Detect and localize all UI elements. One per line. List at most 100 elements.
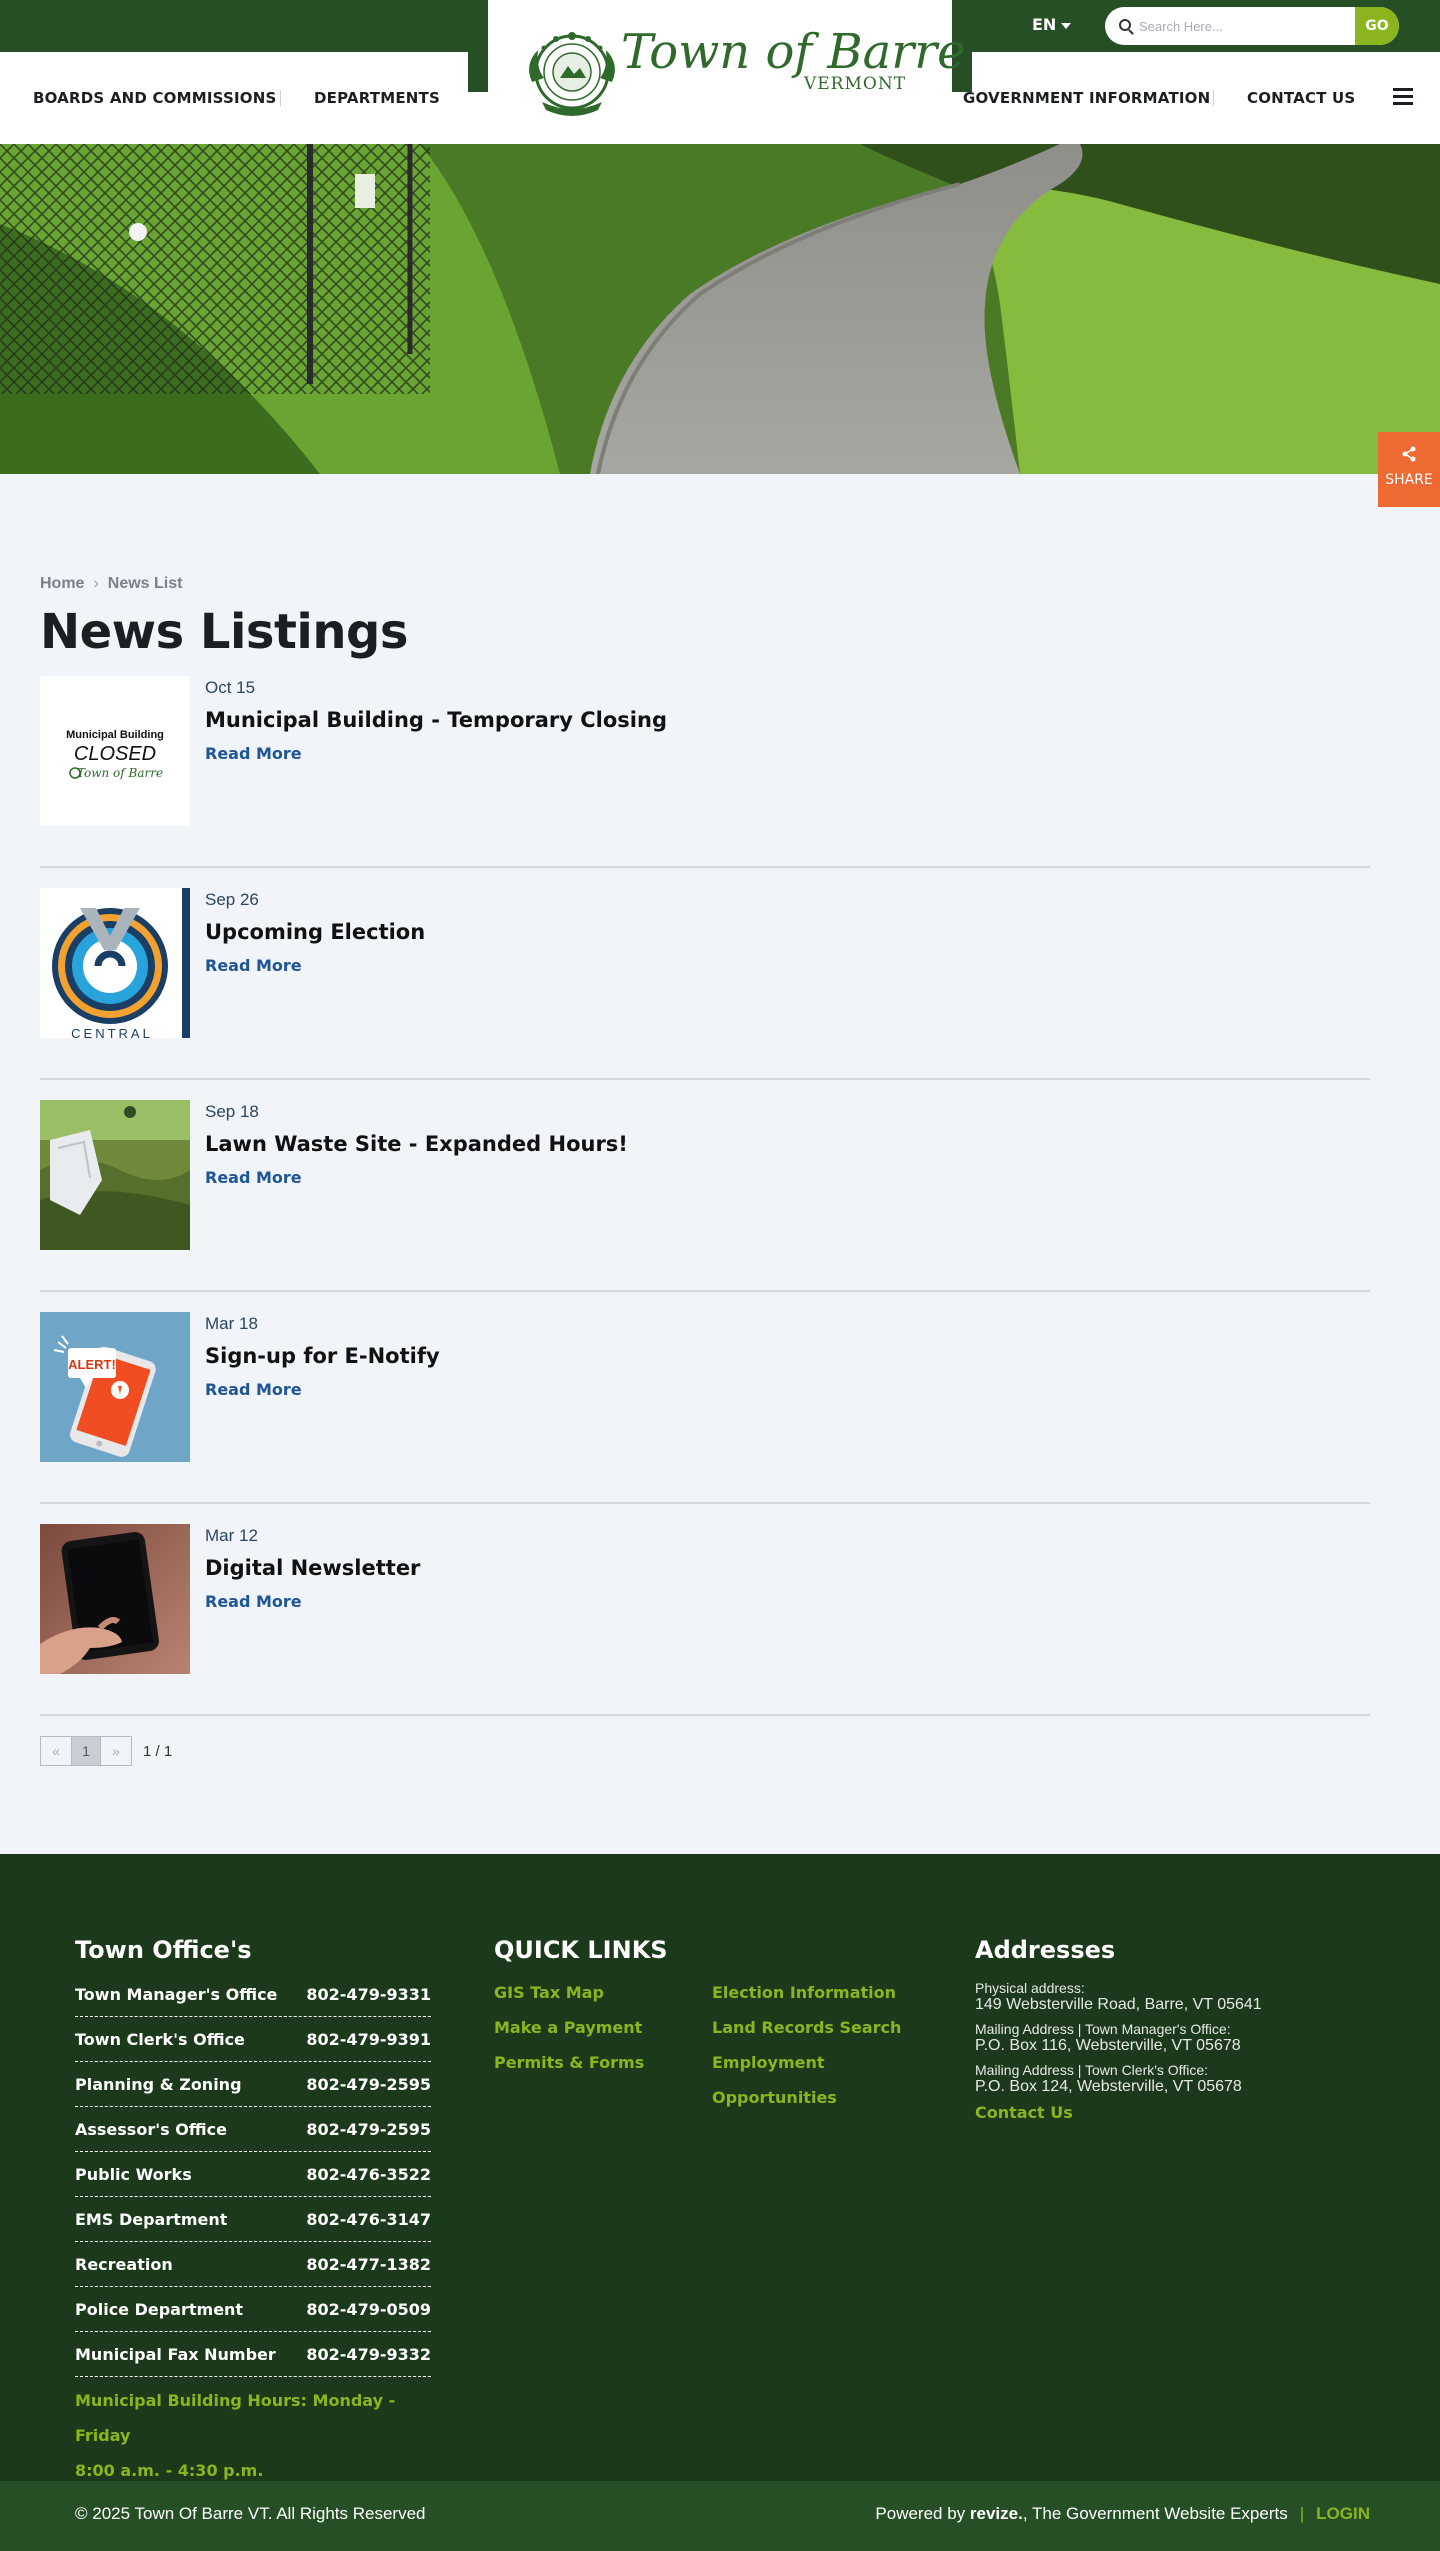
office-name: Municipal Fax Number (75, 2344, 276, 2364)
office-name: Assessor's Office (75, 2119, 227, 2139)
quick-link-make-payment[interactable]: Make a Payment (494, 2010, 644, 2045)
news-date: Mar 12 (205, 1526, 258, 1545)
pager-prev-button[interactable]: « (41, 1737, 71, 1765)
news-title[interactable]: Sign-up for E-Notify (205, 1344, 440, 1368)
read-more-link[interactable]: Read More (205, 744, 667, 763)
office-row: Assessor's Office 802-479-2595 (75, 2107, 431, 2152)
revize-link[interactable]: revize. (970, 2504, 1023, 2523)
search-input[interactable] (1139, 7, 1339, 45)
chevron-right-icon: › (93, 575, 99, 592)
office-name: EMS Department (75, 2209, 228, 2229)
nav-government-information[interactable]: GOVERNMENT INFORMATION (963, 89, 1210, 107)
offices-title: Town Office's (75, 1936, 252, 1964)
office-name: Public Works (75, 2164, 192, 2184)
news-title[interactable]: Municipal Building - Temporary Closing (205, 708, 667, 732)
news-date: Sep 26 (205, 890, 259, 909)
breadcrumb-home[interactable]: Home (40, 575, 84, 592)
office-phone[interactable]: 802-476-3522 (306, 2165, 431, 2184)
news-thumbnail-election[interactable]: CENTRAL (40, 888, 190, 1038)
read-more-link[interactable]: Read More (205, 1380, 440, 1399)
quick-link-election-information[interactable]: Election Information (712, 1975, 901, 2010)
address-value: 149 Websterville Road, Barre, VT 05641 (975, 1996, 1262, 2013)
quick-links-title: QUICK LINKS (494, 1936, 668, 1964)
office-phone[interactable]: 802-479-0509 (306, 2300, 431, 2319)
main-content: Home › News List News Listings Municipal B… (0, 474, 1440, 1766)
read-more-link[interactable]: Read More (205, 956, 425, 975)
address-value: P.O. Box 116, Websterville, VT 05678 (975, 2037, 1241, 2054)
news-thumbnail-lawn-waste[interactable] (40, 1100, 190, 1250)
offices-list: Town Manager's Office 802-479-9331 Town C… (75, 1972, 431, 2488)
address-label: Mailing Address | Town Manager's Office: (975, 2021, 1231, 2037)
pager-next-button[interactable]: » (101, 1737, 131, 1765)
office-phone[interactable]: 802-476-3147 (306, 2210, 431, 2229)
hours-line: Municipal Building Hours: Monday - Frida… (75, 2391, 396, 2445)
powered-text: Powered by (875, 2504, 970, 2523)
share-label: SHARE (1385, 472, 1433, 488)
news-item: ALERT! Mar 18 Sign-up for E-Notify Read … (40, 1312, 1370, 1504)
address-value: P.O. Box 124, Websterville, VT 05678 (975, 2078, 1242, 2095)
powered-text: , The Government Website Experts (1022, 2504, 1288, 2523)
quick-link-land-records[interactable]: Land Records Search (712, 2010, 901, 2045)
news-date: Sep 18 (205, 1102, 259, 1121)
nav-contact-us[interactable]: CONTACT US (1247, 89, 1355, 107)
search-icon (1119, 19, 1131, 31)
thumb-text: CENTRAL (71, 1026, 153, 1038)
office-phone[interactable]: 802-477-1382 (306, 2255, 431, 2274)
nav-separator (1213, 90, 1214, 106)
office-row: Town Clerk's Office 802-479-9391 (75, 2017, 431, 2062)
news-title[interactable]: Lawn Waste Site - Expanded Hours! (205, 1132, 628, 1156)
logo-wordmark: Town of Barre (621, 24, 966, 80)
breadcrumb: Home › News List (40, 575, 1440, 593)
powered-by: Powered by revize., The Government Websi… (875, 2504, 1370, 2524)
office-phone[interactable]: 802-479-9391 (306, 2030, 431, 2049)
office-row: Town Manager's Office 802-479-9331 (75, 1972, 431, 2017)
news-title[interactable]: Upcoming Election (205, 920, 425, 944)
site-logo[interactable]: Town of Barre VERMONT (468, 0, 972, 134)
quick-link-gis-tax-map[interactable]: GIS Tax Map (494, 1975, 644, 2010)
quick-link-employment[interactable]: Employment (712, 2045, 901, 2080)
footer-contact-link[interactable]: Contact Us (975, 2103, 1335, 2122)
menu-hamburger-icon[interactable] (1393, 88, 1413, 105)
news-thumbnail-enotify[interactable]: ALERT! (40, 1312, 190, 1462)
page-title: News Listings (40, 604, 408, 660)
search-go-button[interactable]: GO (1355, 7, 1399, 45)
office-name: Police Department (75, 2299, 244, 2319)
thumb-text: CLOSED (74, 743, 156, 765)
office-row: Planning & Zoning 802-479-2595 (75, 2062, 431, 2107)
thumb-text: ALERT! (68, 1357, 116, 1372)
thumb-text: Municipal Building (66, 729, 164, 741)
pager-current-page[interactable]: 1 (71, 1737, 101, 1765)
quick-links-col-1: GIS Tax Map Make a Payment Permits & For… (494, 1975, 644, 2080)
office-phone[interactable]: 802-479-2595 (306, 2075, 431, 2094)
copyright-text: © 2025 Town Of Barre VT. All Rights Rese… (75, 2504, 426, 2523)
hero-image (0, 144, 1440, 474)
news-item: Mar 12 Digital Newsletter Read More (40, 1524, 1370, 1716)
news-list: Municipal Building CLOSED Town of Barre … (40, 676, 1370, 1716)
pager-count: 1 / 1 (143, 1742, 173, 1760)
news-item: CENTRAL Sep 26 Upcoming Election Read Mo… (40, 888, 1370, 1080)
share-button[interactable]: SHARE (1378, 432, 1440, 507)
read-more-link[interactable]: Read More (205, 1592, 420, 1611)
office-phone[interactable]: 802-479-9331 (306, 1985, 431, 2004)
news-thumbnail-newsletter[interactable] (40, 1524, 190, 1674)
office-name: Recreation (75, 2254, 173, 2274)
divider: | (1299, 2504, 1305, 2523)
office-phone[interactable]: 802-479-9332 (306, 2345, 431, 2364)
quick-link-opportunities[interactable]: Opportunities (712, 2080, 901, 2115)
news-thumbnail-closed[interactable]: Municipal Building CLOSED Town of Barre (40, 676, 190, 826)
language-selector[interactable]: EN (1032, 15, 1072, 34)
office-phone[interactable]: 802-479-2595 (306, 2120, 431, 2139)
quick-link-permits-forms[interactable]: Permits & Forms (494, 2045, 644, 2080)
nav-departments[interactable]: DEPARTMENTS (314, 89, 440, 107)
building-hours: Municipal Building Hours: Monday - Frida… (75, 2383, 431, 2488)
news-title[interactable]: Digital Newsletter (205, 1556, 420, 1580)
addresses-title: Addresses (975, 1936, 1116, 1964)
office-row: Municipal Fax Number 802-479-9332 (75, 2332, 431, 2377)
addresses: Physical address: 149 Websterville Road,… (975, 1980, 1335, 2122)
read-more-link[interactable]: Read More (205, 1168, 628, 1187)
office-row: Recreation 802-477-1382 (75, 2242, 431, 2287)
office-name: Town Clerk's Office (75, 2029, 245, 2049)
address-label: Physical address: (975, 1980, 1085, 1996)
login-link[interactable]: LOGIN (1316, 2504, 1370, 2523)
nav-boards-commissions[interactable]: BOARDS AND COMMISSIONS (33, 89, 276, 107)
